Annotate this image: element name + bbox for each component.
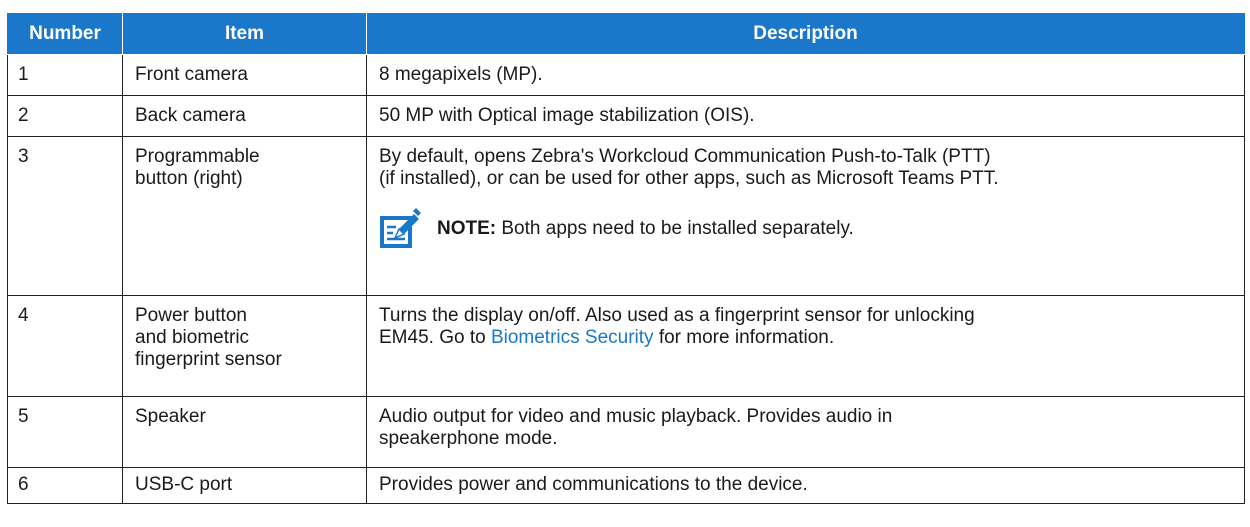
row-item: Front camera bbox=[122, 54, 367, 96]
row-description: 8 megapixels (MP). bbox=[366, 54, 1245, 96]
parts-table: Number Item Description 1 Front camera 8… bbox=[7, 13, 1245, 504]
header-item: Item bbox=[122, 13, 367, 55]
parts-table-container: Number Item Description 1 Front camera 8… bbox=[7, 13, 1245, 504]
description-text: EM45. Go to bbox=[379, 327, 491, 348]
note-body: Both apps need to be installed separatel… bbox=[496, 218, 854, 239]
row-description: By default, opens Zebra's Workcloud Comm… bbox=[366, 136, 1245, 296]
note-callout: NOTE: Both apps need to be installed sep… bbox=[379, 208, 1232, 250]
header-number: Number bbox=[7, 13, 123, 55]
header-description: Description bbox=[366, 13, 1245, 55]
table-row: 5 Speaker Audio output for video and mus… bbox=[7, 396, 1245, 468]
table-row: 4 Power button and biometric fingerprint… bbox=[7, 295, 1245, 397]
description-line: (if installed), or can be used for other… bbox=[379, 168, 999, 189]
table-header-row: Number Item Description bbox=[7, 13, 1245, 55]
description-line: EM45. Go to Biometrics Security for more… bbox=[379, 327, 1232, 349]
row-description: Provides power and communications to the… bbox=[366, 467, 1245, 504]
table-row: 1 Front camera 8 megapixels (MP). bbox=[7, 54, 1245, 96]
row-description: Audio output for video and music playbac… bbox=[366, 396, 1245, 468]
row-number: 4 bbox=[7, 295, 123, 397]
row-item: Back camera bbox=[122, 95, 367, 137]
row-description: Turns the display on/off. Also used as a… bbox=[366, 295, 1245, 397]
row-item-line: and biometric bbox=[135, 327, 250, 348]
note-label: NOTE: bbox=[437, 218, 497, 239]
row-number: 2 bbox=[7, 95, 123, 137]
note-text: NOTE: Both apps need to be installed sep… bbox=[437, 218, 854, 240]
row-item: Power button and biometric fingerprint s… bbox=[122, 295, 367, 397]
description-text: for more information. bbox=[653, 327, 835, 348]
table-row: 2 Back camera 50 MP with Optical image s… bbox=[7, 95, 1245, 137]
biometrics-security-link[interactable]: Biometrics Security bbox=[491, 327, 654, 348]
row-description: 50 MP with Optical image stabilization (… bbox=[366, 95, 1245, 137]
row-item: USB-C port bbox=[122, 467, 367, 504]
row-number: 3 bbox=[7, 136, 123, 296]
description-line: Audio output for video and music playbac… bbox=[379, 406, 893, 427]
row-number: 1 bbox=[7, 54, 123, 96]
row-item-line: fingerprint sensor bbox=[135, 349, 282, 370]
row-item-line: button (right) bbox=[135, 168, 243, 189]
row-item: Programmable button (right) bbox=[122, 136, 367, 296]
row-item: Speaker bbox=[122, 396, 367, 468]
description-line: Turns the display on/off. Also used as a… bbox=[379, 305, 975, 326]
table-row: 3 Programmable button (right) By default… bbox=[7, 136, 1245, 296]
note-edit-icon bbox=[379, 208, 421, 250]
description-line: By default, opens Zebra's Workcloud Comm… bbox=[379, 146, 991, 167]
row-number: 5 bbox=[7, 396, 123, 468]
description-line: speakerphone mode. bbox=[379, 428, 558, 449]
row-item-line: Power button bbox=[135, 305, 247, 326]
row-number: 6 bbox=[7, 467, 123, 504]
table-row: 6 USB-C port Provides power and communic… bbox=[7, 467, 1245, 504]
row-item-line: Programmable bbox=[135, 146, 260, 167]
